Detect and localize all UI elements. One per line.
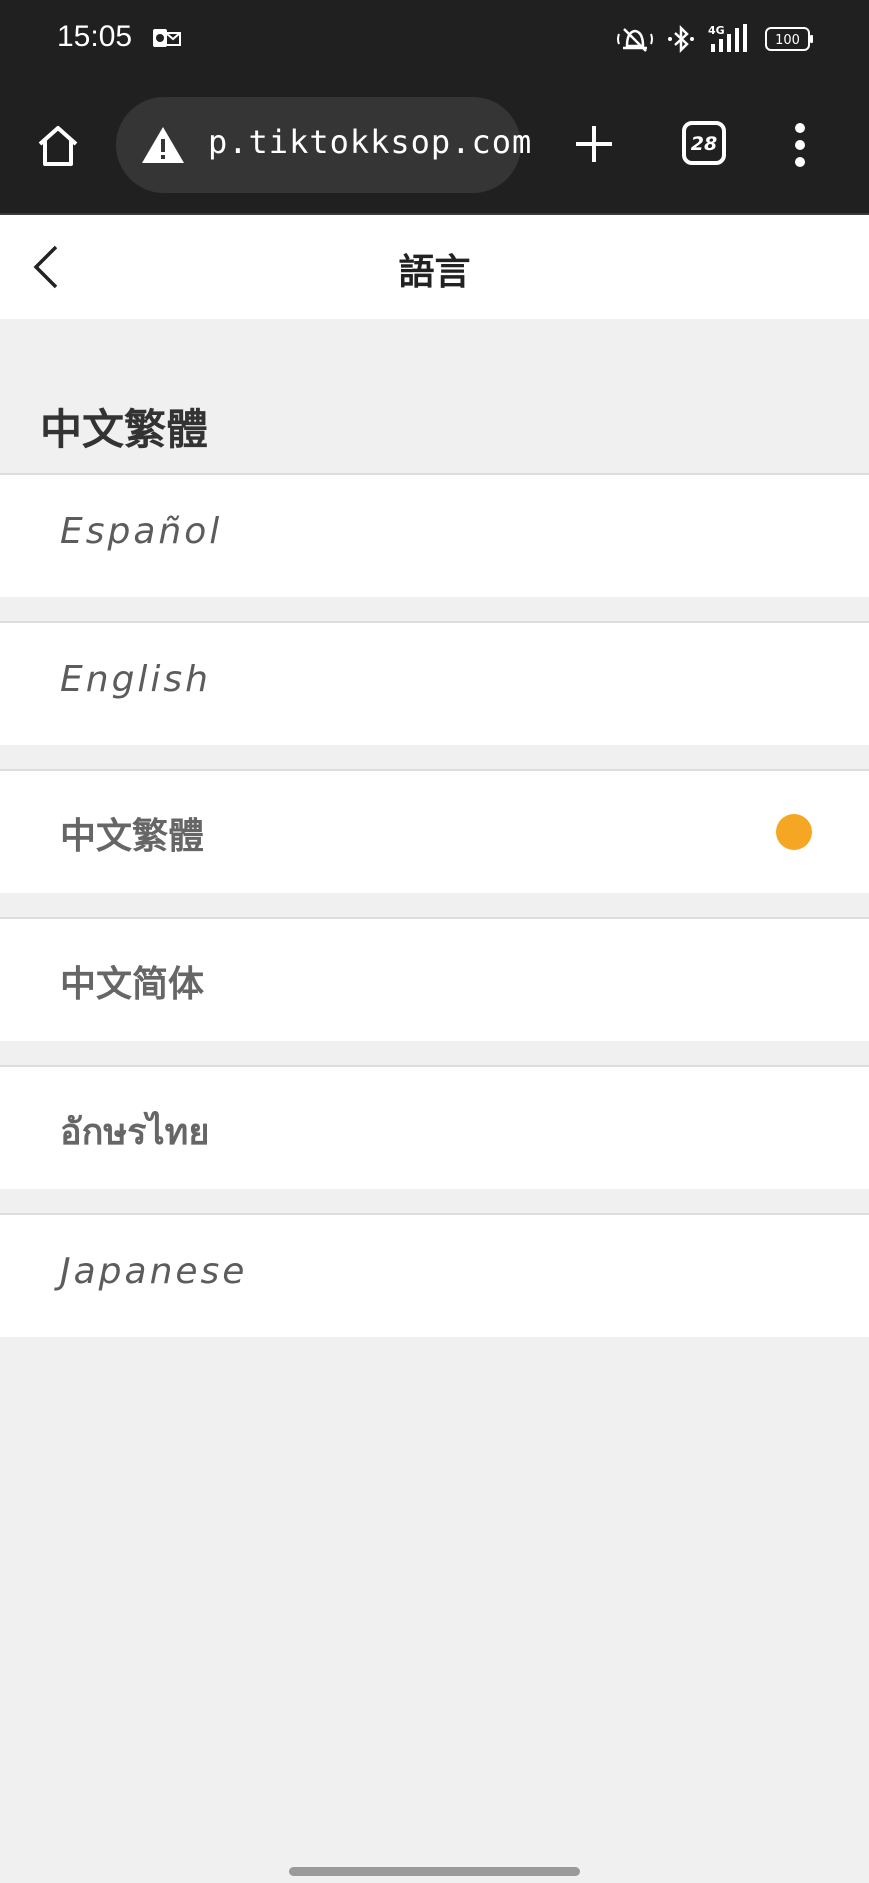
language-item-traditional-chinese[interactable]: 中文繁體: [0, 769, 869, 893]
battery-level: 100: [775, 33, 800, 48]
language-label: อักษรไทย: [60, 1112, 210, 1153]
language-label: English: [60, 659, 211, 700]
status-time: 15:05: [57, 20, 133, 53]
url-text[interactable]: p.tiktokksop.com: [208, 123, 532, 161]
language-label: Español: [60, 511, 223, 552]
svg-text:4G: 4G: [708, 24, 725, 37]
home-icon[interactable]: [34, 122, 82, 174]
browser-toolbar: p.tiktokksop.com 28: [0, 78, 869, 215]
language-label: Japanese: [60, 1251, 248, 1292]
language-label: 中文简体: [60, 964, 205, 1005]
language-item-simplified-chinese[interactable]: 中文简体: [0, 917, 869, 1041]
status-bar: 15:05 4G 100: [0, 0, 869, 78]
language-item-english[interactable]: English: [0, 621, 869, 745]
outlook-icon: [152, 26, 182, 56]
signal-4g-icon: 4G: [707, 22, 753, 58]
bluetooth-icon: [667, 24, 697, 58]
page-header: 語言: [0, 215, 869, 319]
language-label: 中文繁體: [60, 816, 205, 857]
language-item-japanese[interactable]: Japanese: [0, 1213, 869, 1337]
tab-switcher-button[interactable]: 28: [681, 120, 727, 170]
silent-bell-icon: [617, 24, 653, 58]
page-title: 語言: [398, 252, 471, 293]
new-tab-icon[interactable]: [572, 122, 616, 170]
battery-icon: 100: [765, 26, 815, 56]
tab-count: 28: [691, 133, 717, 155]
current-language-heading: 中文繁體: [40, 405, 209, 454]
warning-icon[interactable]: [140, 125, 186, 169]
language-item-espanol[interactable]: Español: [0, 473, 869, 597]
language-item-thai[interactable]: อักษรไทย: [0, 1065, 869, 1189]
url-bar[interactable]: p.tiktokksop.com: [116, 97, 531, 193]
more-menu-icon[interactable]: [790, 122, 810, 172]
selected-indicator: [776, 814, 812, 850]
home-indicator[interactable]: [289, 1867, 580, 1876]
